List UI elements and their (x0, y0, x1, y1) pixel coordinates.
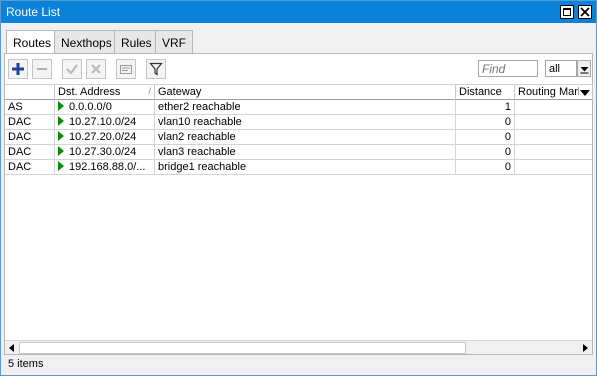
disable-button[interactable] (86, 59, 106, 79)
cell-flags: DAC (5, 130, 55, 145)
disable-icon (91, 64, 101, 74)
cell-gateway: bridge1 reachable (155, 160, 456, 175)
table-row[interactable]: DAC 10.27.10.0/24 vlan10 reachable 0 (5, 115, 592, 130)
tab-label: VRF (162, 36, 186, 50)
column-header-label: Dst. Address (58, 86, 121, 98)
table-header: Dst. Address / Gateway Distance Routing … (5, 84, 593, 100)
route-list-window: Route List Routes Nexthops Rules VRF Fin… (0, 0, 597, 376)
comment-button[interactable] (116, 59, 136, 79)
cell-routing-mark (515, 130, 593, 145)
column-header-dst-address[interactable]: Dst. Address / (55, 85, 155, 100)
add-button[interactable] (8, 59, 28, 79)
comment-icon (120, 65, 132, 74)
cell-distance: 0 (456, 160, 515, 175)
column-header-label: Routing Mark (518, 86, 584, 98)
cell-distance: 1 (456, 100, 515, 115)
cell-dst-address: 10.27.30.0/24 (55, 145, 155, 160)
find-input[interactable] (478, 60, 538, 77)
route-active-icon (58, 116, 64, 126)
cell-gateway: ether2 reachable (155, 100, 456, 115)
table-row[interactable]: AS 0.0.0.0/0 ether2 reachable 1 (5, 100, 592, 115)
item-count: 5 items (8, 358, 44, 370)
filter-select[interactable]: all (545, 60, 577, 77)
enable-button[interactable] (62, 59, 82, 79)
close-button[interactable] (578, 5, 592, 19)
column-header-gateway[interactable]: Gateway (155, 85, 456, 100)
routes-panel: all Dst. Address / Gateway Distance Rout… (4, 53, 593, 355)
remove-icon (37, 68, 47, 70)
cell-routing-mark (515, 145, 593, 160)
cell-dst-address: 0.0.0.0/0 (55, 100, 155, 115)
cell-gateway: vlan3 reachable (155, 145, 456, 160)
sort-icon: / (148, 86, 151, 96)
add-icon (12, 63, 24, 75)
cell-flags: DAC (5, 145, 55, 160)
cell-gateway: vlan2 reachable (155, 130, 456, 145)
scroll-right-icon[interactable] (579, 342, 591, 354)
maximize-icon (563, 8, 571, 16)
close-icon (580, 7, 590, 17)
cell-routing-mark (515, 100, 593, 115)
enable-icon (66, 64, 78, 75)
table-row[interactable]: DAC 10.27.30.0/24 vlan3 reachable 0 (5, 145, 592, 160)
route-active-icon (58, 101, 64, 111)
scrollbar-thumb[interactable] (19, 342, 466, 354)
dst-address-text: 10.27.20.0/24 (69, 131, 137, 143)
cell-routing-mark (515, 160, 593, 175)
column-header-flags[interactable] (5, 85, 55, 100)
route-active-icon (58, 161, 64, 171)
filter-select-dropdown[interactable] (577, 60, 591, 77)
tab-label: Routes (13, 36, 52, 50)
cell-gateway: vlan10 reachable (155, 115, 456, 130)
window-title: Route List (6, 5, 61, 19)
tab-label: Nexthops (61, 36, 112, 50)
cell-flags: DAC (5, 115, 55, 130)
scroll-left-icon[interactable] (6, 342, 18, 354)
status-bar: 5 items (4, 355, 593, 373)
dst-address-text: 0.0.0.0/0 (69, 101, 112, 113)
title-bar[interactable]: Route List (1, 1, 596, 23)
dst-address-text: 192.168.88.0/... (69, 161, 146, 173)
cell-distance: 0 (456, 115, 515, 130)
horizontal-scrollbar[interactable] (5, 340, 592, 354)
cell-distance: 0 (456, 130, 515, 145)
cell-flags: DAC (5, 160, 55, 175)
dst-address-text: 10.27.30.0/24 (69, 146, 137, 158)
route-active-icon (58, 131, 64, 141)
cell-dst-address: 192.168.88.0/... (55, 160, 155, 175)
routes-table: Dst. Address / Gateway Distance Routing … (5, 84, 593, 336)
cell-flags: AS (5, 100, 55, 115)
toolbar: all (5, 54, 592, 84)
dst-address-text: 10.27.10.0/24 (69, 116, 137, 128)
cell-distance: 0 (456, 145, 515, 160)
remove-button[interactable] (32, 59, 52, 79)
tab-rules[interactable]: Rules (114, 30, 159, 53)
tab-routes[interactable]: Routes (6, 30, 59, 54)
table-row[interactable]: DAC 10.27.20.0/24 vlan2 reachable 0 (5, 130, 592, 145)
filter-icon (149, 62, 163, 76)
table-row[interactable]: DAC 192.168.88.0/... bridge1 reachable 0 (5, 160, 592, 175)
tab-nexthops[interactable]: Nexthops (54, 30, 119, 53)
filter-button[interactable] (146, 59, 166, 79)
tab-label: Rules (121, 36, 152, 50)
column-header-distance[interactable]: Distance (456, 85, 515, 100)
route-active-icon (58, 146, 64, 156)
chevron-down-icon (580, 67, 589, 74)
tab-vrf[interactable]: VRF (155, 30, 193, 53)
column-menu-icon[interactable] (579, 86, 591, 99)
maximize-button[interactable] (560, 5, 574, 19)
cell-dst-address: 10.27.10.0/24 (55, 115, 155, 130)
cell-dst-address: 10.27.20.0/24 (55, 130, 155, 145)
cell-routing-mark (515, 115, 593, 130)
